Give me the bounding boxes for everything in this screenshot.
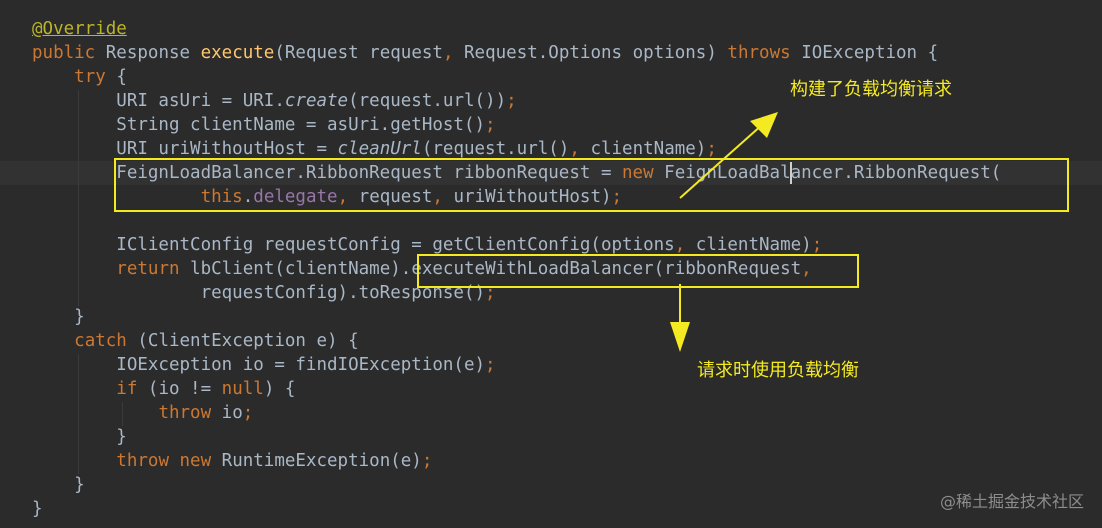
annotation-label-build-request: 构建了负载均衡请求 [790, 79, 952, 100]
annotation-label-use-load-balancer: 请求时使用负载均衡 [697, 360, 859, 381]
arrow-head-2 [670, 322, 690, 352]
arrow-to-label-1 [679, 123, 764, 199]
arrow-head-1 [750, 112, 778, 138]
watermark: @稀土掘金技术社区 [939, 492, 1084, 511]
